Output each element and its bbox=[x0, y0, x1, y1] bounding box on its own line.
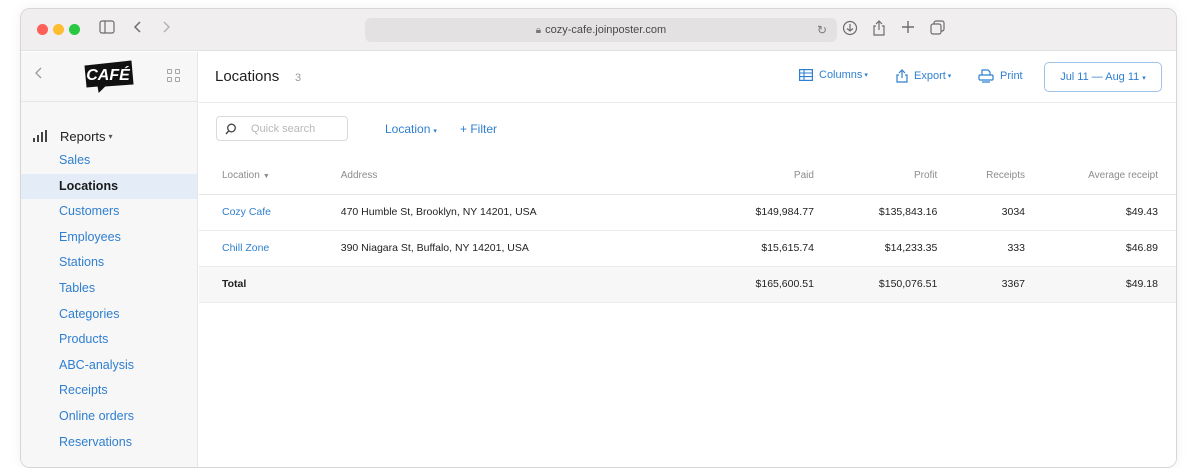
total-paid-cell: $165,600.51 bbox=[732, 266, 814, 303]
sidebar-item-customers[interactable]: Customers bbox=[21, 199, 197, 225]
columns-label: Columns bbox=[819, 69, 863, 81]
tab-overview-icon[interactable] bbox=[930, 20, 945, 41]
date-range-label: Jul 11 — Aug 11 bbox=[1060, 71, 1140, 83]
column-header-profit[interactable]: Profit bbox=[813, 158, 938, 195]
cafe-logo: CAFÉ bbox=[84, 60, 134, 94]
column-header-receipts[interactable]: Receipts bbox=[937, 158, 1025, 195]
export-button[interactable]: Export ▾ bbox=[896, 69, 951, 83]
page-header: Locations 3 Columns ▾ Export ▾ Print Jul 1… bbox=[199, 52, 1176, 103]
sidebar-item-stations[interactable]: Stations bbox=[21, 250, 197, 276]
collapse-sidebar-icon[interactable] bbox=[35, 66, 43, 84]
total-address-cell bbox=[340, 266, 733, 303]
paid-cell: $149,984.77 bbox=[732, 194, 814, 231]
sidebar-item-receipts[interactable]: Receipts bbox=[21, 378, 197, 404]
new-tab-icon[interactable] bbox=[901, 20, 915, 40]
reports-label: Reports bbox=[60, 128, 106, 144]
reload-icon[interactable]: ↻ bbox=[817, 18, 827, 42]
print-button[interactable]: Print bbox=[978, 69, 1023, 83]
page-title: Locations bbox=[215, 68, 280, 85]
sidebar-item-sales[interactable]: Sales bbox=[21, 148, 197, 174]
column-header-location-label: Location bbox=[222, 170, 260, 182]
column-header-address[interactable]: Address bbox=[340, 158, 733, 195]
locations-table: Location ▼ Address Paid Profit Receipts A… bbox=[199, 158, 1176, 303]
sidebar-item-online-orders[interactable]: Online orders bbox=[21, 404, 197, 430]
bar-chart-icon bbox=[33, 130, 47, 142]
browser-titlebar: 🔒︎ cozy-cafe.joinposter.com ↻ bbox=[21, 9, 1176, 51]
column-header-location[interactable]: Location ▼ bbox=[199, 158, 341, 195]
main-content: Locations 3 Columns ▾ Export ▾ Print Jul 1… bbox=[199, 52, 1176, 467]
total-profit-cell: $150,076.51 bbox=[813, 266, 938, 303]
sidebar-toggle-icon[interactable] bbox=[99, 20, 115, 40]
total-average-receipt-cell: $49.18 bbox=[1025, 266, 1176, 303]
forward-icon[interactable] bbox=[161, 20, 171, 40]
chevron-down-icon: ▾ bbox=[1142, 75, 1146, 82]
quick-search-box[interactable] bbox=[216, 116, 348, 141]
export-icon bbox=[896, 69, 908, 83]
receipts-cell: 3034 bbox=[937, 194, 1025, 231]
url-text: cozy-cafe.joinposter.com bbox=[545, 24, 667, 36]
sidebar-item-employees[interactable]: Employees bbox=[21, 225, 197, 251]
paid-cell: $15,615.74 bbox=[732, 230, 814, 267]
close-window-button[interactable] bbox=[37, 24, 48, 35]
location-link[interactable]: Chill Zone bbox=[199, 230, 341, 267]
logo-text: CAFÉ bbox=[86, 65, 131, 84]
table-columns-icon bbox=[799, 69, 813, 81]
zoom-window-button[interactable] bbox=[69, 24, 80, 35]
total-label: Total bbox=[199, 266, 341, 303]
sidebar: CAFÉ Reports ▾ Sales Locations Customers… bbox=[21, 52, 198, 467]
average-receipt-cell: $46.89 bbox=[1025, 230, 1176, 267]
print-icon bbox=[978, 69, 994, 83]
download-icon[interactable] bbox=[842, 20, 858, 42]
sidebar-item-categories[interactable]: Categories bbox=[21, 302, 197, 328]
profit-cell: $135,843.16 bbox=[813, 194, 938, 231]
search-icon bbox=[225, 123, 236, 135]
sidebar-header: CAFÉ bbox=[21, 52, 197, 102]
table-row: Cozy Cafe 470 Humble St, Brooklyn, NY 14… bbox=[199, 194, 1176, 231]
address-cell: 390 Niagara St, Buffalo, NY 14201, USA bbox=[340, 230, 733, 267]
reports-section-toggle[interactable]: Reports ▾ bbox=[33, 127, 113, 145]
location-filter-dropdown[interactable]: Location ▾ bbox=[385, 122, 437, 136]
chevron-down-icon: ▾ bbox=[864, 72, 868, 79]
date-range-picker[interactable]: Jul 11 — Aug 11 ▾ bbox=[1044, 62, 1162, 92]
print-label: Print bbox=[1000, 70, 1023, 82]
browser-window: 🔒︎ cozy-cafe.joinposter.com ↻ CAFÉ Repor… bbox=[20, 8, 1177, 468]
chevron-down-icon: ▾ bbox=[433, 128, 437, 135]
column-header-average-receipt[interactable]: Average receipt bbox=[1025, 158, 1176, 195]
search-input[interactable] bbox=[251, 120, 343, 138]
sidebar-item-products[interactable]: Products bbox=[21, 327, 197, 353]
total-receipts-cell: 3367 bbox=[937, 266, 1025, 303]
sidebar-item-locations[interactable]: Locations bbox=[21, 173, 197, 200]
sidebar-item-tables[interactable]: Tables bbox=[21, 276, 197, 302]
apps-grid-icon[interactable] bbox=[167, 69, 181, 83]
table-row: Chill Zone 390 Niagara St, Buffalo, NY 1… bbox=[199, 230, 1176, 267]
back-icon[interactable] bbox=[133, 20, 143, 40]
lock-icon: 🔒︎ bbox=[535, 25, 542, 36]
sidebar-item-abc-analysis[interactable]: ABC-analysis bbox=[21, 353, 197, 379]
chevron-down-icon: ▾ bbox=[108, 131, 113, 141]
address-cell: 470 Humble St, Brooklyn, NY 14201, USA bbox=[340, 194, 733, 231]
table-total-row: Total $165,600.51 $150,076.51 3367 $49.1… bbox=[199, 266, 1176, 303]
average-receipt-cell: $49.43 bbox=[1025, 194, 1176, 231]
reports-menu: Sales Locations Customers Employees Stat… bbox=[21, 148, 197, 455]
location-link[interactable]: Cozy Cafe bbox=[199, 194, 341, 231]
receipts-cell: 333 bbox=[937, 230, 1025, 267]
sidebar-item-reservations[interactable]: Reservations bbox=[21, 430, 197, 456]
column-header-paid[interactable]: Paid bbox=[732, 158, 814, 195]
minimize-window-button[interactable] bbox=[53, 24, 64, 35]
location-count-badge: 3 bbox=[295, 72, 302, 84]
share-icon[interactable] bbox=[872, 20, 886, 42]
chevron-down-icon: ▾ bbox=[947, 73, 952, 80]
columns-button[interactable]: Columns ▾ bbox=[799, 69, 868, 81]
export-label: Export bbox=[914, 70, 946, 82]
add-filter-button[interactable]: + Filter bbox=[460, 122, 497, 136]
location-filter-label: Location bbox=[385, 122, 431, 136]
address-bar[interactable]: 🔒︎ cozy-cafe.joinposter.com ↻ bbox=[365, 18, 837, 42]
sort-down-icon: ▼ bbox=[262, 173, 270, 181]
profit-cell: $14,233.35 bbox=[813, 230, 938, 267]
table-header-row: Location ▼ Address Paid Profit Receipts A… bbox=[199, 158, 1176, 195]
